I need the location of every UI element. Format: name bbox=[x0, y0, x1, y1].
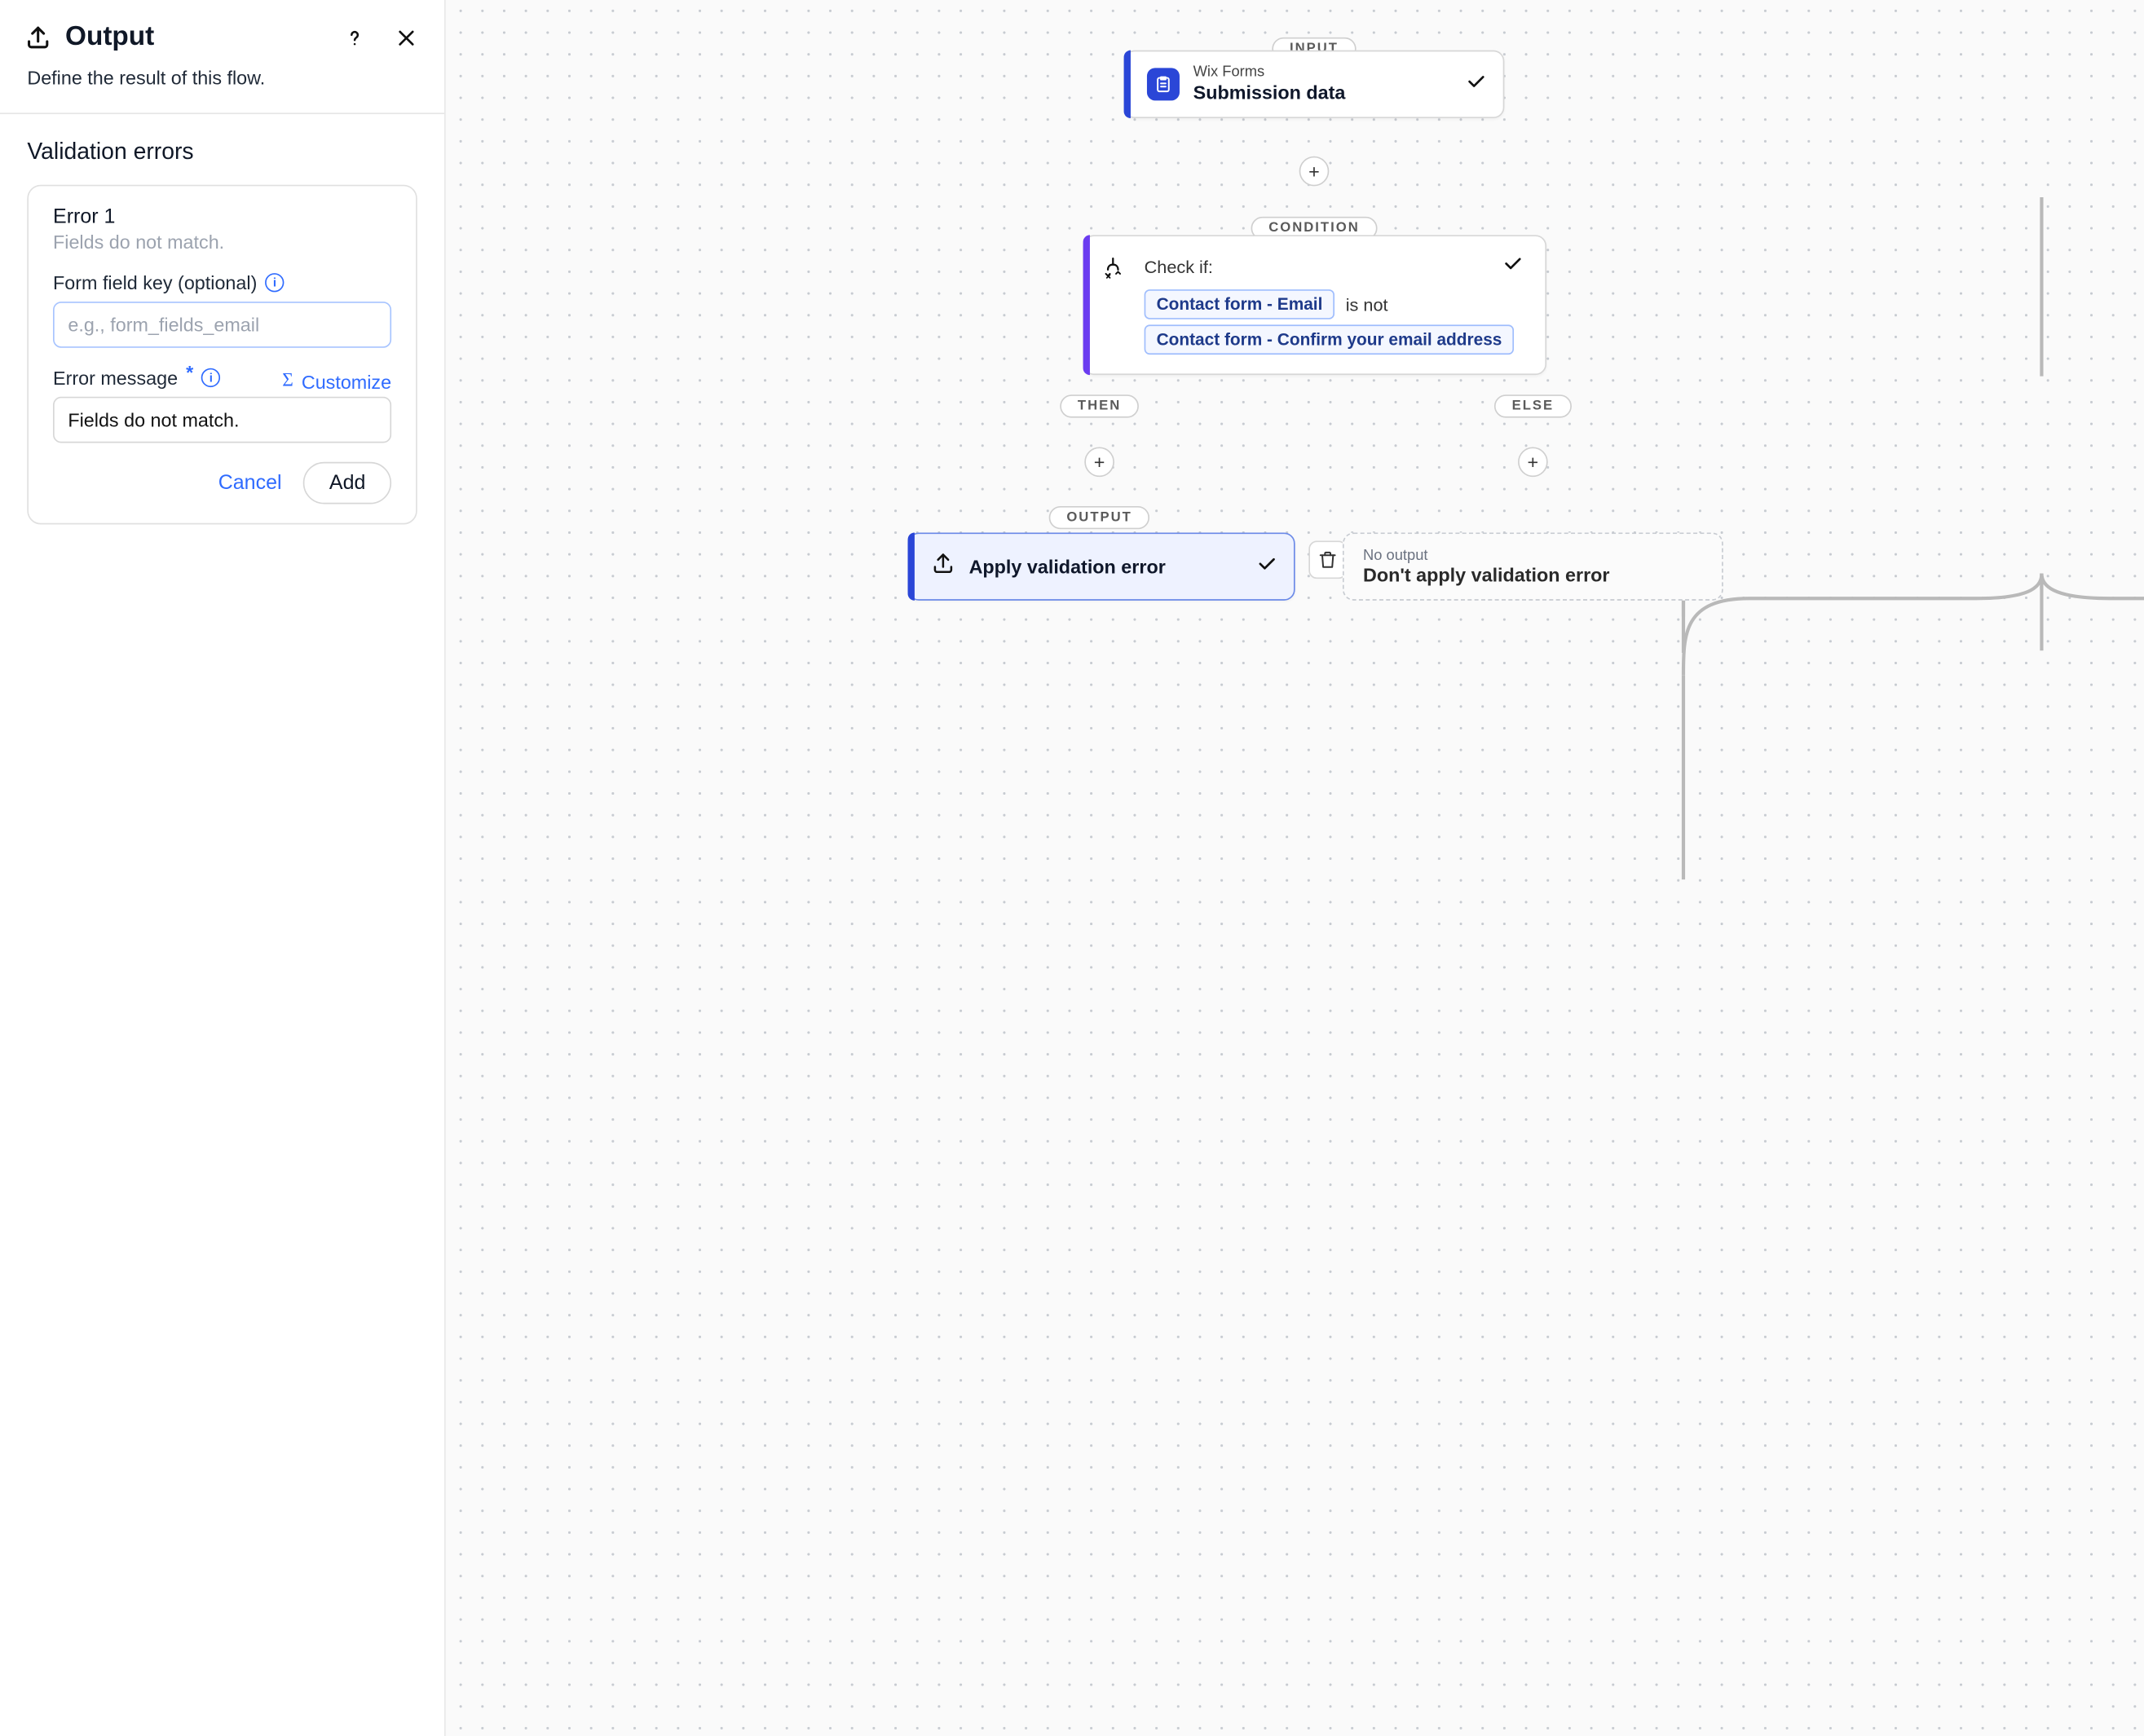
input-app: Wix Forms bbox=[1193, 64, 1452, 82]
error-subheading: Fields do not match. bbox=[53, 231, 391, 253]
cancel-button[interactable]: Cancel bbox=[218, 471, 282, 494]
info-icon[interactable]: i bbox=[265, 273, 284, 292]
output-title: Apply validation error bbox=[969, 556, 1242, 578]
customize-link[interactable]: Σ Customize bbox=[282, 371, 391, 393]
input-title: Submission data bbox=[1193, 82, 1452, 104]
error-message-input[interactable] bbox=[53, 397, 391, 443]
delete-button[interactable] bbox=[1308, 540, 1347, 579]
check-icon bbox=[1255, 553, 1277, 581]
check-icon bbox=[1465, 70, 1487, 99]
condition-label: Check if: bbox=[1145, 257, 1502, 277]
error-message-label: Error message bbox=[53, 367, 178, 389]
field-key-label: Form field key (optional) bbox=[53, 271, 257, 293]
required-star: * bbox=[186, 361, 193, 383]
section-title: Validation errors bbox=[27, 139, 417, 165]
condition-node[interactable]: Check if: Contact form - Email is not Co… bbox=[1083, 235, 1546, 375]
panel-title: Output bbox=[65, 22, 154, 53]
badge-else: ELSE bbox=[1494, 394, 1572, 417]
condition-chip[interactable]: Contact form - Email bbox=[1145, 289, 1335, 319]
panel-subtitle: Define the result of this flow. bbox=[0, 67, 444, 113]
output-node[interactable]: Apply validation error bbox=[908, 532, 1295, 600]
flow-canvas[interactable]: INPUT Wix Forms Submission data + CONDIT… bbox=[446, 0, 2144, 1736]
add-button[interactable]: Add bbox=[303, 462, 391, 504]
field-key-input[interactable] bbox=[53, 302, 391, 348]
close-button[interactable] bbox=[393, 24, 420, 51]
output-panel: Output Define the result of this flow. V… bbox=[0, 0, 446, 1736]
check-icon bbox=[1502, 253, 1524, 281]
customize-label: Customize bbox=[302, 371, 391, 393]
no-output-node[interactable]: No output Don't apply validation error bbox=[1343, 532, 1723, 600]
add-step-button[interactable]: + bbox=[1084, 447, 1114, 477]
sigma-icon: Σ bbox=[282, 371, 293, 393]
badge-then: THEN bbox=[1060, 394, 1139, 417]
output-icon bbox=[931, 551, 955, 582]
input-node[interactable]: Wix Forms Submission data bbox=[1124, 51, 1505, 118]
condition-operator: is not bbox=[1343, 294, 1390, 315]
info-icon[interactable]: i bbox=[201, 368, 220, 387]
badge-output: OUTPUT bbox=[1049, 506, 1150, 529]
branch-icon bbox=[1101, 255, 1125, 286]
condition-chip[interactable]: Contact form - Confirm your email addres… bbox=[1145, 324, 1515, 355]
ghost-label: No output bbox=[1363, 548, 1703, 564]
help-button[interactable] bbox=[341, 24, 368, 51]
output-icon bbox=[24, 24, 51, 51]
add-step-button[interactable]: + bbox=[1518, 447, 1548, 477]
error-heading: Error 1 bbox=[53, 205, 391, 228]
ghost-title: Don't apply validation error bbox=[1363, 564, 1703, 586]
error-card: Error 1 Fields do not match. Form field … bbox=[27, 185, 417, 525]
panel-header: Output bbox=[0, 0, 444, 67]
add-step-button[interactable]: + bbox=[1299, 156, 1330, 187]
app-icon bbox=[1147, 68, 1180, 100]
